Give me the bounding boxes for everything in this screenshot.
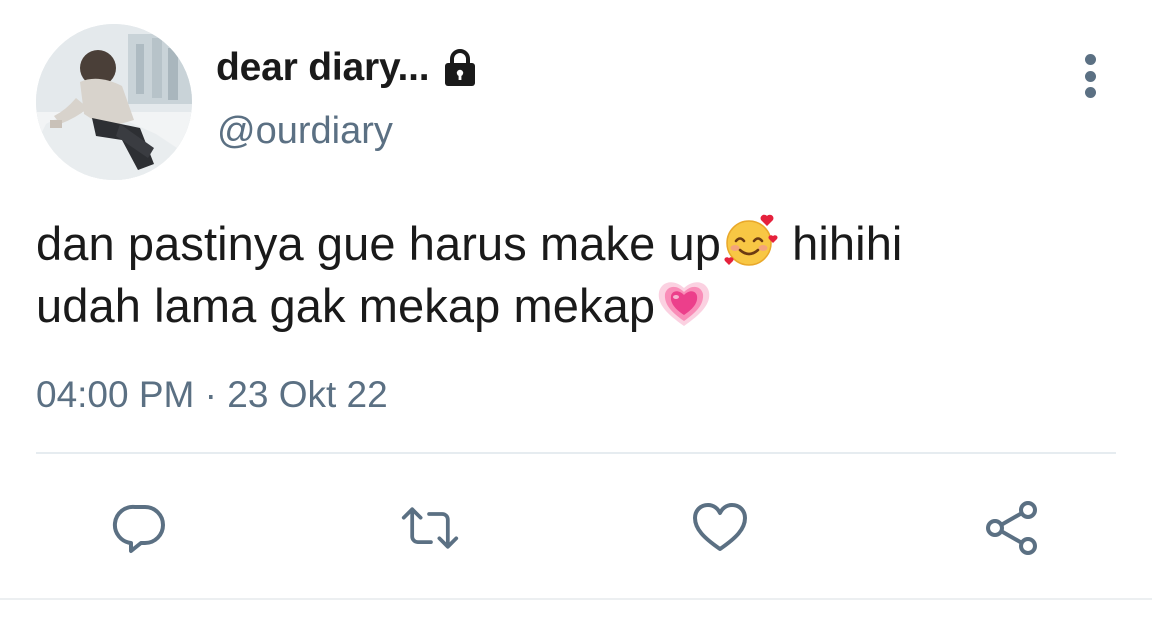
retweet-button[interactable] — [400, 498, 460, 558]
tweet-timestamp[interactable]: 04:00 PM · 23 Okt 22 — [36, 374, 388, 416]
retweet-icon — [401, 507, 459, 549]
display-name-row: dear diary... — [216, 44, 479, 92]
tweet-line-1-text-end: hihihi — [778, 217, 903, 270]
tweet-time: 04:00 PM — [36, 374, 195, 415]
bottom-divider — [0, 598, 1152, 600]
avatar-image — [36, 24, 192, 180]
tweet-line-2-text: udah lama gak mekap mekap — [36, 279, 656, 332]
smiling-face-with-hearts-emoji — [721, 212, 779, 270]
display-name[interactable]: dear diary... — [216, 46, 430, 90]
divider — [36, 452, 1116, 454]
tweet-text: dan pastinya gue harus make up hihihi ud… — [36, 212, 1096, 336]
lock-icon — [441, 48, 479, 88]
more-vertical-icon[interactable] — [1074, 54, 1106, 98]
tweet-line-1: dan pastinya gue harus make up hihihi — [36, 212, 1096, 274]
tweet-detail: dear diary... @ourdiary dan pastinya gue… — [0, 0, 1152, 618]
tweet-line-1-text: dan pastinya gue harus make up — [36, 217, 721, 270]
tweet-date: 23 Okt 22 — [227, 374, 388, 415]
user-handle[interactable]: @ourdiary — [217, 110, 393, 153]
share-icon — [986, 501, 1037, 555]
share-button[interactable] — [982, 498, 1042, 558]
meta-separator: · — [194, 374, 228, 415]
reply-button[interactable] — [110, 498, 170, 558]
like-button[interactable] — [690, 498, 750, 558]
heart-icon — [693, 503, 747, 551]
tweet-line-2: udah lama gak mekap mekap — [36, 274, 1096, 336]
growing-heart-emoji — [655, 274, 713, 332]
avatar[interactable] — [36, 24, 192, 180]
reply-icon — [112, 504, 165, 553]
